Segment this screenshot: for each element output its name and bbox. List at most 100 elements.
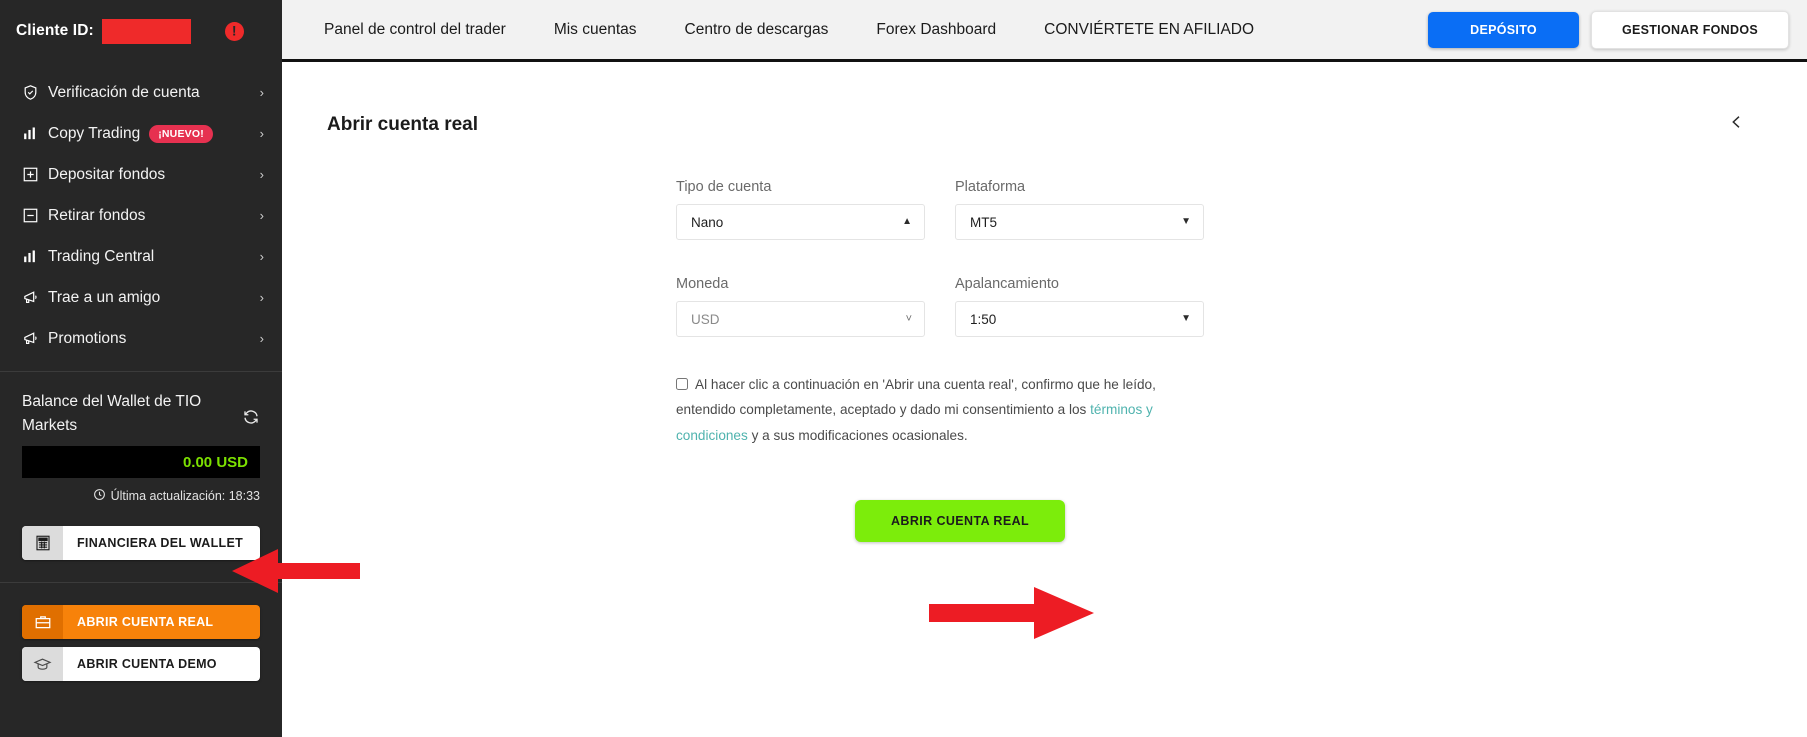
leverage-label: Apalancamiento	[955, 276, 1059, 292]
chevron-left-icon[interactable]	[1720, 106, 1753, 143]
open-real-account-button-sidebar[interactable]: ABRIR CUENTA REAL	[22, 605, 260, 640]
sidebar-item-refer-a-friend[interactable]: Trae a un amigo ›	[0, 277, 282, 318]
chevron-right-icon: ›	[259, 249, 264, 264]
currency-select[interactable]: USD ˅	[676, 301, 925, 337]
nav-item-my-accounts[interactable]: Mis cuentas	[530, 21, 661, 39]
megaphone-icon	[22, 289, 48, 306]
megaphone-icon	[22, 330, 48, 347]
account-type-select[interactable]: Nano ▲	[676, 204, 925, 240]
sidebar-item-label: Depositar fondos	[48, 165, 166, 183]
refresh-icon[interactable]	[242, 390, 260, 431]
sidebar-menu: Verificación de cuenta › Copy Trading ¡N…	[0, 62, 282, 359]
field-account-type: Tipo de cuenta Nano ▲	[676, 179, 925, 240]
top-bar: Cliente ID: ! Panel de control del trade…	[0, 0, 1807, 62]
form-row-currency-leverage: Moneda USD ˅ Apalancamiento 1:50 ▼	[676, 276, 1807, 337]
wallet-finance-label: FINANCIERA DEL WALLET	[77, 536, 244, 551]
nav-item-become-affiliate[interactable]: CONVIÉRTETE EN AFILIADO	[1020, 21, 1278, 39]
sidebar-item-account-verification[interactable]: Verificación de cuenta ›	[0, 72, 282, 113]
field-platform: Plataforma MT5 ▼	[955, 179, 1204, 240]
sidebar-item-label: Trading Central	[48, 247, 155, 265]
calculator-icon	[22, 526, 63, 561]
sidebar-item-label: Trae a un amigo	[48, 288, 161, 306]
currency-label: Moneda	[676, 276, 729, 292]
submit-row: ABRIR CUENTA REAL	[676, 500, 1807, 543]
chevron-right-icon: ›	[259, 167, 264, 182]
clock-icon	[93, 488, 106, 504]
platform-value: MT5	[970, 214, 997, 230]
sidebar-item-trading-central[interactable]: Trading Central ›	[0, 236, 282, 277]
new-badge: ¡NUEVO!	[149, 124, 213, 143]
main-content: Abrir cuenta real Tipo de cuenta Nano ▲	[282, 62, 1807, 737]
form-row-type-platform: Tipo de cuenta Nano ▲ Plataforma MT5 ▼	[676, 179, 1807, 240]
wallet-finance-button-wrap: FINANCIERA DEL WALLET	[0, 526, 282, 561]
consent-text-part1: Al hacer clic a continuación en 'Abrir u…	[676, 377, 1156, 418]
plus-box-icon	[22, 166, 48, 183]
nav-item-forex-dashboard[interactable]: Forex Dashboard	[852, 21, 1020, 39]
sidebar-item-label: Retirar fondos	[48, 206, 146, 224]
sidebar: Verificación de cuenta › Copy Trading ¡N…	[0, 62, 282, 737]
wallet-balance-value: 0.00 USD	[182, 453, 248, 471]
wallet-title-row: Balance del Wallet de TIO Markets	[22, 390, 260, 438]
open-real-account-submit-button[interactable]: ABRIR CUENTA REAL	[855, 500, 1066, 543]
main-header: Abrir cuenta real	[282, 62, 1807, 143]
shield-check-icon	[22, 84, 48, 101]
app-root: Cliente ID: ! Panel de control del trade…	[0, 0, 1807, 737]
body-row: Verificación de cuenta › Copy Trading ¡N…	[0, 62, 1807, 737]
client-id-redacted-value	[101, 18, 191, 44]
briefcase-icon	[22, 605, 63, 640]
chevron-right-icon: ›	[259, 208, 264, 223]
caret-up-icon: ▲	[902, 216, 912, 227]
bar-chart-icon	[22, 125, 48, 142]
client-id-area: Cliente ID: !	[0, 0, 282, 62]
deposit-button[interactable]: DEPÓSITO	[1428, 11, 1579, 48]
alert-icon[interactable]: !	[224, 21, 244, 41]
wallet-balance: 0.00 USD	[22, 446, 260, 479]
form-row-spacer	[676, 240, 1807, 276]
sidebar-item-label: Verificación de cuenta	[48, 83, 200, 101]
client-id-label: Cliente ID:	[16, 22, 94, 39]
chevron-right-icon: ›	[259, 126, 264, 141]
annotation-arrow-to-submit	[929, 587, 1094, 639]
consent-text-part2: y a sus modificaciones ocasionales.	[747, 427, 968, 443]
leverage-select[interactable]: 1:50 ▼	[955, 301, 1204, 337]
bar-chart-icon	[22, 248, 48, 265]
chevron-right-icon: ›	[259, 85, 264, 100]
caret-down-icon: ▼	[1181, 216, 1191, 227]
open-demo-account-label: ABRIR CUENTA DEMO	[77, 657, 217, 672]
open-account-form: Tipo de cuenta Nano ▲ Plataforma MT5 ▼ M…	[282, 179, 1807, 543]
sidebar-item-label: Promotions	[48, 329, 127, 347]
minus-box-icon	[22, 207, 48, 224]
open-demo-account-button[interactable]: ABRIR CUENTA DEMO	[22, 647, 260, 682]
field-leverage: Apalancamiento 1:50 ▼	[955, 276, 1204, 337]
open-real-account-label: ABRIR CUENTA REAL	[77, 615, 214, 630]
wallet-last-updated: Última actualización: 18:33	[22, 488, 260, 504]
chevron-right-icon: ›	[259, 290, 264, 305]
chevron-right-icon: ›	[259, 331, 264, 346]
leverage-value: 1:50	[970, 311, 997, 327]
manage-funds-button[interactable]: GESTIONAR FONDOS	[1590, 10, 1789, 49]
consent-checkbox[interactable]	[676, 378, 688, 390]
caret-down-icon: ▼	[1181, 313, 1191, 324]
account-type-value: Nano	[691, 214, 724, 230]
top-bar-actions: DEPÓSITO GESTIONAR FONDOS	[1428, 0, 1807, 62]
nav-item-download-center[interactable]: Centro de descargas	[661, 21, 853, 39]
graduation-cap-icon	[22, 647, 63, 682]
platform-label: Plataforma	[955, 179, 1026, 195]
chevron-down-icon: ˅	[905, 312, 912, 325]
wallet-title: Balance del Wallet de TIO Markets	[22, 393, 202, 435]
sidebar-item-copy-trading[interactable]: Copy Trading ¡NUEVO! ›	[0, 113, 282, 154]
sidebar-item-withdraw-funds[interactable]: Retirar fondos ›	[0, 195, 282, 236]
last-updated-label: Última actualización: 18:33	[110, 489, 260, 504]
top-navigation: Panel de control del trader Mis cuentas …	[282, 0, 1429, 62]
page-title: Abrir cuenta real	[327, 113, 478, 135]
platform-select[interactable]: MT5 ▼	[955, 204, 1204, 240]
field-currency: Moneda USD ˅	[676, 276, 925, 337]
sidebar-account-buttons: ABRIR CUENTA REAL ABRIR CUENTA DEMO	[0, 583, 282, 682]
sidebar-item-deposit-funds[interactable]: Depositar fondos ›	[0, 154, 282, 195]
sidebar-item-label: Copy Trading	[48, 124, 141, 142]
nav-item-trader-dashboard[interactable]: Panel de control del trader	[300, 21, 530, 39]
account-type-label: Tipo de cuenta	[676, 179, 772, 195]
wallet-finance-button[interactable]: FINANCIERA DEL WALLET	[22, 526, 260, 561]
sidebar-item-promotions[interactable]: Promotions ›	[0, 318, 282, 359]
wallet-section: Balance del Wallet de TIO Markets 0.00 U…	[0, 372, 282, 504]
